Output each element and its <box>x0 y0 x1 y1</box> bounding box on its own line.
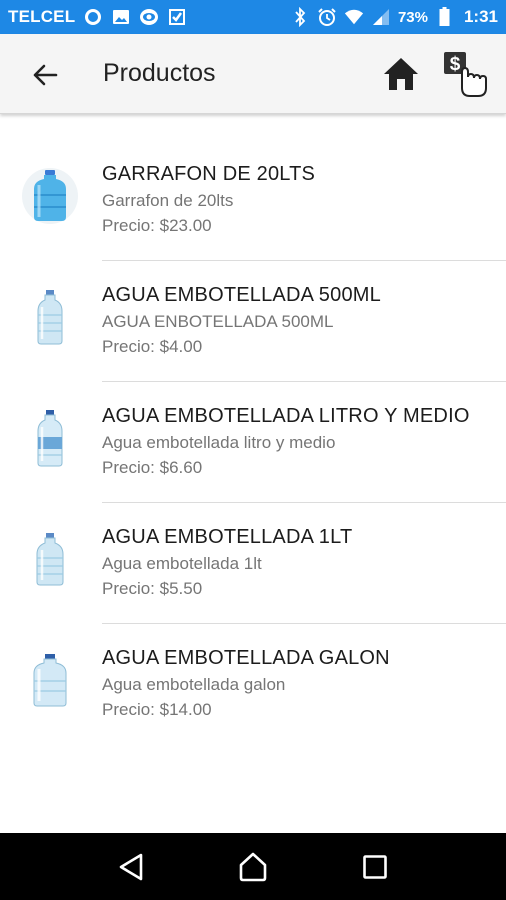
home-icon <box>384 58 418 90</box>
product-item[interactable]: AGUA EMBOTELLADA GALON Agua embotellada … <box>0 624 506 745</box>
nav-recents-button[interactable] <box>355 847 395 887</box>
product-description: AGUA ENBOTELLADA 500ML <box>102 312 334 331</box>
cbs-icon <box>139 7 159 27</box>
signal-icon <box>371 7 391 27</box>
product-name: AGUA EMBOTELLADA GALON <box>102 647 390 669</box>
product-item[interactable]: AGUA EMBOTELLADA LITRO Y MEDIO Agua embo… <box>0 382 506 503</box>
water-gallon-icon <box>22 652 78 708</box>
product-description: Agua embotellada 1lt <box>102 554 262 573</box>
wifi-icon <box>344 7 364 27</box>
water-bottle-icon <box>22 531 78 587</box>
check-app-icon <box>167 7 187 27</box>
home-outline-icon <box>239 852 267 881</box>
product-description: Agua embotellada litro y medio <box>102 433 336 452</box>
water-jug-icon <box>22 168 78 224</box>
product-item[interactable]: AGUA EMBOTELLADA 1LT Agua embotellada 1l… <box>0 503 506 624</box>
product-price: Precio: $14.00 <box>102 700 212 719</box>
product-list: GARRAFON DE 20LTS Garrafon de 20lts Prec… <box>0 140 506 745</box>
product-name: AGUA EMBOTELLADA LITRO Y MEDIO <box>102 405 470 427</box>
back-triangle-icon <box>119 853 143 880</box>
app-bar: Productos $ <box>0 34 506 114</box>
product-description: Agua embotellada galon <box>102 675 286 694</box>
nav-back-button[interactable] <box>111 847 151 887</box>
product-name: GARRAFON DE 20LTS <box>102 163 316 185</box>
system-nav-bar <box>0 833 506 900</box>
battery-icon <box>435 7 455 27</box>
clock: 1:31 <box>463 7 498 26</box>
whatsapp-icon <box>83 7 103 27</box>
product-description: Garrafon de 20lts <box>102 191 234 210</box>
page-title: Productos <box>103 59 216 87</box>
product-item[interactable]: AGUA EMBOTELLADA 500ML AGUA ENBOTELLADA … <box>0 261 506 382</box>
gallery-icon <box>111 7 131 27</box>
product-price: Precio: $6.60 <box>102 458 203 477</box>
product-price: Precio: $4.00 <box>102 337 203 356</box>
product-name: AGUA EMBOTELLADA 500ML <box>102 284 381 306</box>
bluetooth-icon <box>290 7 310 27</box>
product-name: AGUA EMBOTELLADA 1LT <box>102 526 353 548</box>
dollar-hand-icon: $ <box>444 52 487 97</box>
water-bottle-icon <box>22 410 78 467</box>
arrow-back-icon <box>33 64 58 86</box>
water-bottle-icon <box>22 289 78 345</box>
product-item[interactable]: GARRAFON DE 20LTS Garrafon de 20lts Prec… <box>0 140 506 261</box>
recents-square-icon <box>363 854 387 879</box>
product-price: Precio: $23.00 <box>102 216 212 235</box>
pay-button[interactable]: $ <box>440 48 492 100</box>
status-bar: TELCEL 73% 1:31 <box>0 0 506 34</box>
carrier-label: TELCEL <box>8 7 76 26</box>
product-price: Precio: $5.50 <box>102 579 203 598</box>
home-button[interactable] <box>381 54 421 94</box>
battery-percent: 73% <box>397 8 428 26</box>
svg-text:$: $ <box>450 54 461 75</box>
nav-home-button[interactable] <box>233 847 273 887</box>
alarm-icon <box>317 7 337 27</box>
back-button[interactable] <box>28 58 62 92</box>
